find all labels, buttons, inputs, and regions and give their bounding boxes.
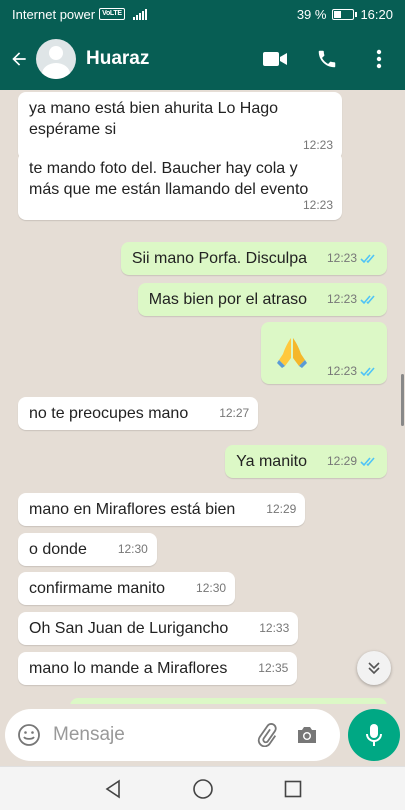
message-text: Ya manito: [236, 453, 307, 470]
more-options-button[interactable]: [353, 33, 405, 85]
input-bar: [0, 704, 405, 766]
volte-badge: VoLTE: [99, 8, 125, 20]
message-text: Sii mano Porfa. Disculpa: [131, 250, 307, 267]
message-incoming[interactable]: confirmame manito 12:30: [18, 572, 236, 605]
message-text: mano en Miraflores está bien: [29, 501, 236, 518]
message-time: 12:23: [326, 292, 357, 306]
video-call-icon: [263, 52, 287, 66]
message-text: mano lo mande a Miraflores: [29, 660, 228, 677]
message-composer: [5, 709, 340, 761]
triangle-back-icon: [105, 779, 120, 798]
nav-back-button[interactable]: [99, 775, 127, 803]
avatar[interactable]: [36, 39, 76, 79]
message-incoming[interactable]: no te preocupes mano 12:27: [18, 397, 259, 430]
message-text: no te preocupes mano: [29, 405, 189, 422]
status-bar: Internet power VoLTE 39 % 16:20: [0, 0, 405, 28]
system-nav-bar: [0, 766, 405, 810]
nav-recents-button[interactable]: [279, 775, 307, 803]
message-time: 12:27: [219, 406, 250, 420]
chat-area[interactable]: ya mano está bien ahurita Lo Hago espéra…: [0, 90, 405, 704]
video-call-button[interactable]: [249, 33, 301, 85]
square-recents-icon: [284, 780, 301, 797]
more-vert-icon: [376, 49, 382, 69]
message-meta: 12:29: [327, 451, 378, 472]
message-time: 12:23: [302, 198, 333, 212]
message-outgoing[interactable]: Sii mano Porfa. Disculpa 12:23: [120, 242, 387, 275]
emoji-icon: [18, 724, 40, 746]
contact-name[interactable]: Huaraz: [86, 48, 149, 70]
scroll-to-bottom-button[interactable]: [357, 651, 391, 685]
chat-header: Huaraz: [0, 28, 405, 90]
message-text: Oh San Juan de Lurigancho: [29, 620, 229, 637]
carrier-name: Internet power: [12, 6, 96, 22]
message-time: 12:30: [196, 581, 227, 595]
paperclip-icon: [257, 723, 277, 747]
battery-icon: [332, 8, 358, 20]
phone-icon: [318, 50, 336, 68]
message-time: 12:29: [326, 454, 357, 468]
message-meta: 12:23: [327, 248, 378, 269]
double-chevron-down-icon: [368, 662, 380, 675]
attach-button[interactable]: [247, 709, 287, 761]
microphone-icon: [366, 724, 382, 746]
message-text: ya mano está bien ahurita Lo Hago espéra…: [29, 100, 279, 138]
message-text: o donde: [29, 541, 87, 558]
message-incoming[interactable]: mano lo mande a Miraflores 12:35: [18, 652, 298, 685]
message-input[interactable]: [53, 724, 243, 746]
circle-home-icon: [192, 778, 213, 799]
message-incoming[interactable]: mano en Miraflores está bien 12:29: [18, 493, 306, 526]
message-time: 12:23: [326, 364, 357, 378]
scrollbar[interactable]: [401, 374, 404, 426]
back-button[interactable]: [2, 28, 36, 90]
read-ticks-icon: [360, 295, 375, 305]
message-time: 12:30: [117, 542, 148, 556]
battery-percent: 39 %: [296, 6, 327, 22]
camera-button[interactable]: [287, 709, 327, 761]
message-outgoing[interactable]: Ya manito 12:29: [225, 445, 387, 478]
carrier-info: Internet power VoLTE: [12, 7, 147, 22]
message-meta: 12:23: [327, 364, 378, 378]
message-incoming[interactable]: ya mano está bien ahurita Lo Hago espéra…: [18, 92, 342, 160]
message-meta: 12:23: [327, 289, 378, 310]
message-time: 12:33: [259, 621, 290, 635]
message-outgoing-emoji[interactable]: 12:23: [261, 322, 387, 384]
read-ticks-icon: [360, 457, 375, 467]
nav-home-button[interactable]: [189, 775, 217, 803]
message-incoming[interactable]: Oh San Juan de Lurigancho 12:33: [18, 612, 299, 645]
back-arrow-icon: [12, 52, 26, 66]
message-text: confirmame manito: [29, 580, 166, 597]
message-outgoing[interactable]: Mas bien por el atraso 12:23: [137, 283, 387, 316]
voice-record-button[interactable]: [348, 709, 400, 761]
message-text: te mando foto del. Baucher hay cola y má…: [29, 160, 309, 198]
message-text: Mas bien por el atraso: [148, 291, 307, 308]
read-ticks-icon: [360, 254, 375, 264]
signal-icon: [132, 8, 147, 20]
folded-hands-emoji: [277, 338, 307, 368]
message-incoming[interactable]: te mando foto del. Baucher hay cola y má…: [18, 152, 342, 220]
camera-icon: [298, 727, 316, 743]
message-time: 12:29: [266, 502, 297, 516]
battery-fill: [334, 10, 342, 18]
clock: 16:20: [360, 6, 393, 22]
voice-call-button[interactable]: [301, 33, 353, 85]
message-time: 12:23: [326, 251, 357, 265]
message-incoming[interactable]: o donde 12:30: [18, 533, 157, 566]
message-time: 12:35: [258, 661, 289, 675]
emoji-button[interactable]: [5, 709, 53, 761]
read-ticks-icon: [360, 366, 375, 376]
